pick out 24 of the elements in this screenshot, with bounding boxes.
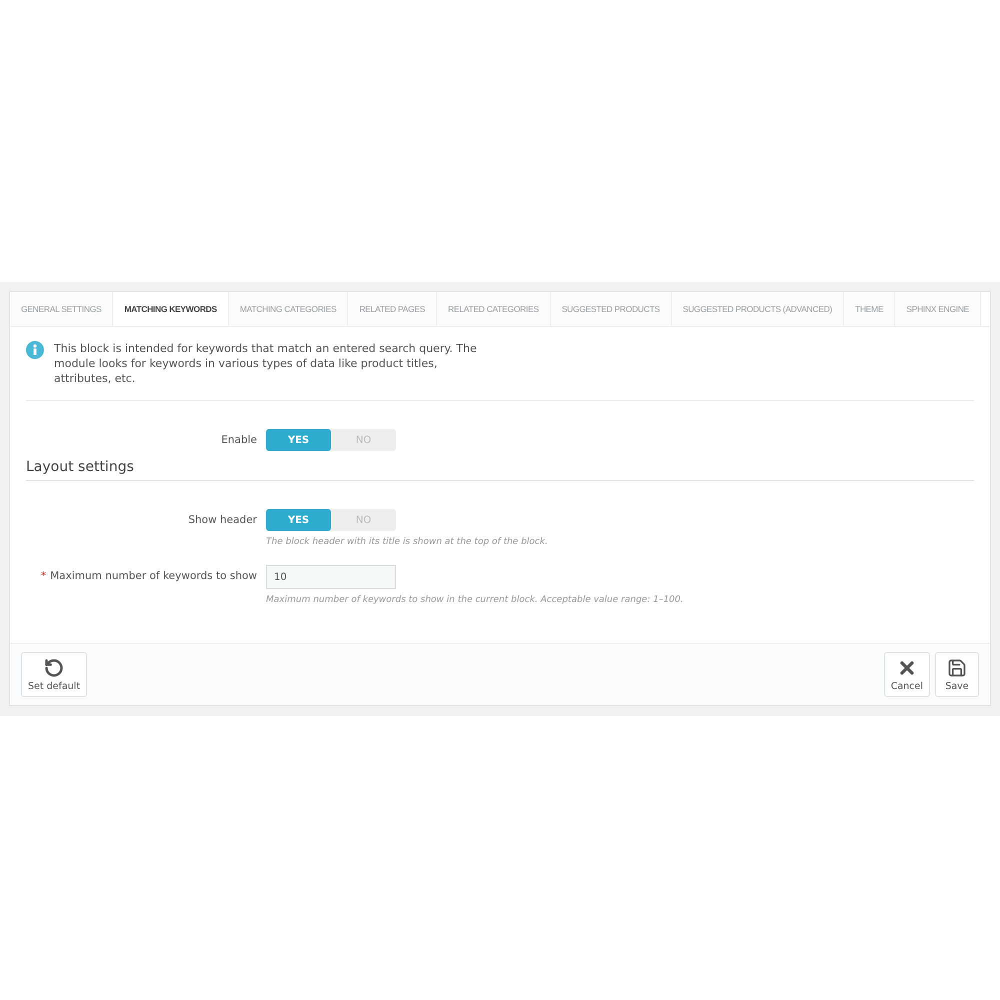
field-label: * Maximum number of keywords to show (40, 569, 257, 582)
tab[interactable]: SUGGESTED PRODUCTS (ADVANCED) (672, 292, 844, 326)
help-text: Maximum number of keywords to show in the current block. Acceptable value range: 1–100. (266, 595, 684, 605)
field-label: Enable (220, 433, 257, 446)
tab[interactable]: SPHINX ENGINE (895, 292, 982, 326)
field-label: Show header (187, 513, 257, 526)
tab[interactable]: SUGGESTED PRODUCTS (550, 292, 672, 326)
tab[interactable]: THEME (844, 292, 896, 326)
input-field[interactable]: 10 (266, 565, 396, 589)
tab[interactable]: MATCHING CATEGORIES (228, 292, 348, 326)
cancel-button[interactable]: Cancel (884, 652, 930, 697)
switch-option[interactable]: YES (266, 509, 331, 531)
tab[interactable]: RELATED PAGES (348, 292, 438, 326)
save-button[interactable]: Save (935, 652, 979, 697)
tab[interactable]: RELATED CATEGORIES (437, 292, 551, 326)
section-title: Layout settings (26, 459, 974, 481)
required-mark: * (40, 570, 46, 582)
help-text: The block header with its title is shown at the top of the block. (266, 537, 548, 547)
switch-option[interactable]: YES (266, 429, 331, 451)
info-message: This block is intended for keywords that match an entered search query. The module looks for keywords in various types of data like product titles, attributes, etc. (54, 341, 478, 386)
reset-icon (44, 658, 64, 678)
tab[interactable]: GENERAL SETTINGS (10, 292, 114, 326)
info-icon (26, 341, 44, 359)
set-default-button[interactable]: Set default (21, 652, 88, 697)
